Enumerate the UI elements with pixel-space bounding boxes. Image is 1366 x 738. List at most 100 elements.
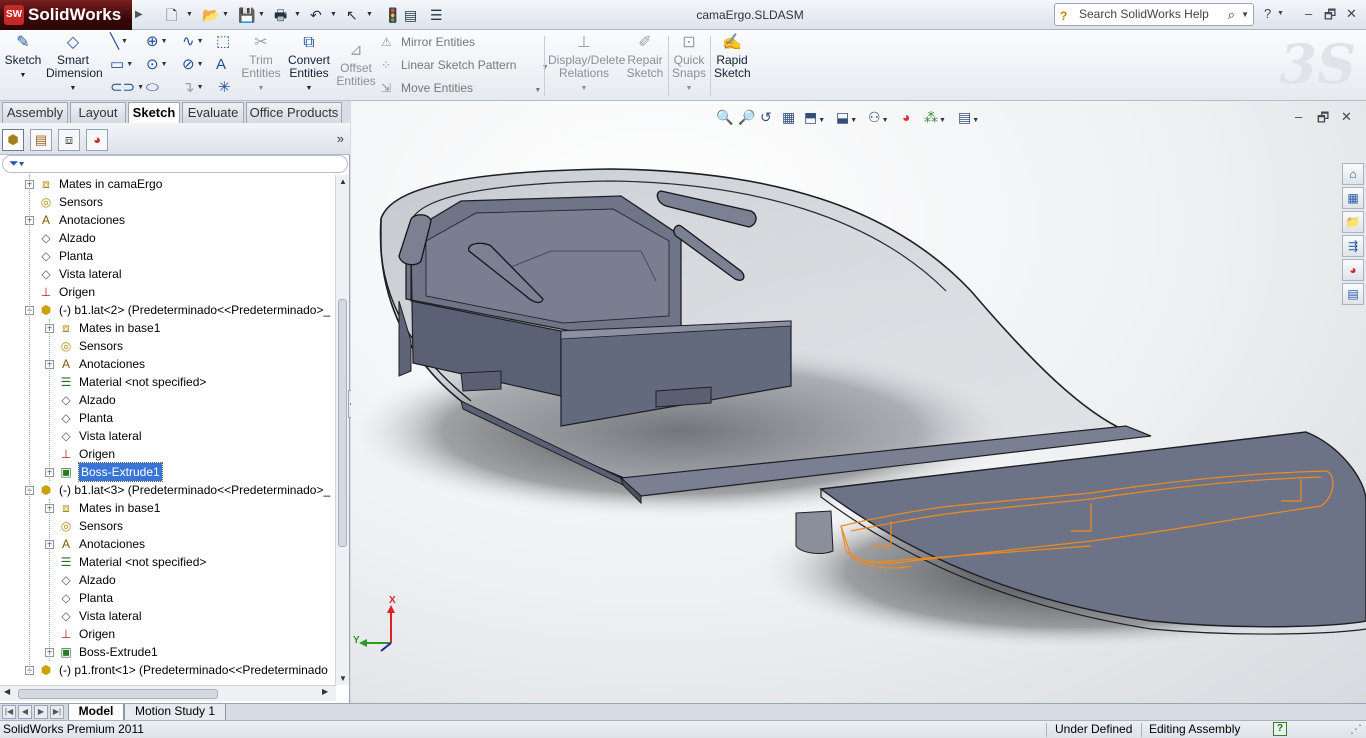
- new-icon[interactable]: 🗋: [166, 5, 177, 25]
- feature-tree-tab[interactable]: ⬢: [2, 129, 24, 151]
- save-icon[interactable]: 💾: [238, 5, 255, 25]
- tree-node[interactable]: ◇ Alzado: [0, 391, 336, 409]
- quick-snaps-button[interactable]: ⊡ Quick Snaps ▼: [672, 34, 706, 95]
- linear-sketch-pattern-button[interactable]: ⁘ Linear Sketch Pattern ▼: [381, 57, 549, 76]
- quick-tips-help-icon[interactable]: ?: [1273, 722, 1287, 736]
- tree-node[interactable]: ◇ Vista lateral: [0, 265, 336, 283]
- minimize-button[interactable]: –: [1305, 6, 1312, 21]
- design-library-icon[interactable]: ▦: [1342, 187, 1364, 209]
- move-entities-button[interactable]: ⇲ Move Entities ▼: [381, 80, 541, 99]
- first-tab-icon[interactable]: |◀: [2, 705, 16, 719]
- view-orientation-icon[interactable]: ⬒▼: [804, 109, 825, 126]
- tab-motion-study-1[interactable]: Motion Study 1: [124, 704, 226, 721]
- hide-show-items-icon[interactable]: ⚇▼: [868, 109, 889, 126]
- move-dropdown-icon[interactable]: ▼: [534, 87, 541, 94]
- scroll-right-icon[interactable]: ▶: [322, 687, 328, 696]
- scroll-down-icon[interactable]: ▼: [339, 674, 347, 683]
- solidworks-logo[interactable]: SW SolidWorks: [0, 0, 132, 30]
- view-palette-icon[interactable]: ⇶: [1342, 235, 1364, 257]
- circle-icon[interactable]: ⊕ ▼: [146, 33, 168, 50]
- rebuild-icon[interactable]: 🚦: [384, 5, 401, 25]
- line-icon[interactable]: ╲ ▼: [110, 33, 128, 50]
- select-icon[interactable]: ↖: [346, 5, 358, 25]
- vertical-scrollbar[interactable]: ▲ ▼: [335, 175, 349, 685]
- tab-model[interactable]: Model: [68, 704, 124, 721]
- tree-node[interactable]: ⊥ Origen: [0, 445, 336, 463]
- previous-view-icon[interactable]: ↺: [760, 109, 772, 126]
- print-icon[interactable]: 🖶: [274, 5, 287, 25]
- view-settings-icon[interactable]: ▤▼: [958, 109, 979, 126]
- tree-node[interactable]: − ⬢ (-) b1.lat<2> (Predeterminado<<Predete…: [0, 301, 336, 319]
- scroll-thumb[interactable]: [338, 299, 347, 547]
- last-tab-icon[interactable]: ▶|: [50, 705, 64, 719]
- select-dropdown-icon[interactable]: ▼: [366, 5, 373, 25]
- tree-node[interactable]: ☰ Material <not specified>: [0, 373, 336, 391]
- tree-node[interactable]: + ⧈ Mates in base1: [0, 499, 336, 517]
- tree-node[interactable]: ☰ Material <not specified>: [0, 553, 336, 571]
- centerline-icon[interactable]: ↴ ▼: [182, 79, 204, 96]
- tab-office-products[interactable]: Office Products: [246, 102, 342, 123]
- tree-node[interactable]: ◇ Planta: [0, 247, 336, 265]
- convert-entities-button[interactable]: ⧉ Convert Entities ▼: [286, 34, 332, 95]
- previous-tab-icon[interactable]: ◀: [18, 705, 32, 719]
- tree-node[interactable]: ⊥ Origen: [0, 625, 336, 643]
- tree-node[interactable]: ◇ Planta: [0, 409, 336, 427]
- undo-dropdown-icon[interactable]: ▼: [330, 5, 337, 25]
- chevron-down-icon[interactable]: ▼: [1241, 4, 1249, 25]
- tree-node[interactable]: + A Anotaciones: [0, 211, 336, 229]
- file-explorer-icon[interactable]: 📁: [1342, 211, 1364, 233]
- tree-node[interactable]: ◇ Vista lateral: [0, 607, 336, 625]
- solidworks-resources-icon[interactable]: ⌂: [1342, 163, 1364, 185]
- tree-node[interactable]: ◇ Vista lateral: [0, 427, 336, 445]
- tree-node[interactable]: − ⬢ (-) b1.lat<3> (Predeterminado<<Predete…: [0, 481, 336, 499]
- mirror-entities-button[interactable]: ⚠ Mirror Entities: [381, 34, 475, 50]
- feature-filter-input[interactable]: ⏷▾: [2, 155, 348, 173]
- tree-node[interactable]: + ⧈ Mates in base1: [0, 319, 336, 337]
- repair-sketch-button[interactable]: ✐ Repair Sketch: [626, 34, 664, 80]
- text-icon[interactable]: A: [216, 57, 226, 73]
- next-tab-icon[interactable]: ▶: [34, 705, 48, 719]
- viewport-minimize-button[interactable]: –: [1295, 109, 1302, 124]
- restore-button[interactable]: 🗗: [1324, 6, 1336, 28]
- undo-icon[interactable]: ↶: [310, 5, 322, 25]
- graphics-area[interactable]: 🔍 🔎 ↺ ▦ ⬒▼ ⬓▼ ⚇▼ ◕ ⁂▼ ▤▼ – 🗗 ✕ ⌂ ▦ 📁 ⇶ ◕…: [351, 101, 1366, 703]
- custom-properties-icon[interactable]: ▤: [1342, 283, 1364, 305]
- viewport-restore-button[interactable]: 🗗: [1317, 109, 1329, 131]
- sketch-button[interactable]: ✎ Sketch ▼: [4, 34, 42, 82]
- tree-node[interactable]: + ▣ Boss-Extrude1: [0, 643, 336, 661]
- new-dropdown-icon[interactable]: ▼: [186, 5, 193, 25]
- polygon-icon[interactable]: ⊙ ▼: [146, 56, 168, 73]
- search-icon[interactable]: ⌕: [1228, 4, 1235, 25]
- arc-icon[interactable]: ∿ ▼: [182, 33, 204, 50]
- viewport-close-button[interactable]: ✕: [1341, 109, 1352, 125]
- rapid-sketch-button[interactable]: ✍ Rapid Sketch: [714, 34, 751, 80]
- slot-icon[interactable]: ⊂⊃ ▼: [110, 79, 144, 96]
- file-properties-icon[interactable]: ▤: [404, 5, 417, 25]
- tree-node[interactable]: ◇ Planta: [0, 589, 336, 607]
- section-view-icon[interactable]: ▦: [782, 109, 795, 126]
- ellipse-icon[interactable]: ⬭: [146, 80, 159, 96]
- scroll-up-icon[interactable]: ▲: [339, 177, 347, 186]
- fillet-icon[interactable]: ⬚: [216, 34, 230, 50]
- tab-evaluate[interactable]: Evaluate: [182, 102, 244, 123]
- smart-dimension-button[interactable]: ◇ Smart Dimension ▼: [46, 34, 103, 95]
- menu-expand-icon[interactable]: ▶: [135, 5, 143, 25]
- save-dropdown-icon[interactable]: ▼: [258, 5, 265, 25]
- display-style-icon[interactable]: ⬓▼: [836, 109, 857, 126]
- spline-icon[interactable]: ⊘ ▼: [182, 56, 204, 73]
- tree-node[interactable]: ◇ Alzado: [0, 229, 336, 247]
- tab-sketch[interactable]: Sketch: [128, 102, 180, 124]
- tree-node[interactable]: + A Anotaciones: [0, 535, 336, 553]
- model-view[interactable]: [351, 101, 1366, 703]
- offset-entities-button[interactable]: ⊿ Offset Entities: [334, 42, 378, 88]
- scroll-left-icon[interactable]: ◀: [4, 687, 10, 696]
- display-delete-relations-button[interactable]: ⊥ Display/Delete Relations ▼: [548, 34, 625, 95]
- property-manager-tab[interactable]: ▤: [30, 129, 52, 151]
- apply-scene-icon[interactable]: ⁂▼: [924, 109, 946, 126]
- tree-node[interactable]: + ⧈ Mates in camaErgo: [0, 175, 336, 193]
- tree-node[interactable]: ◎ Sensors: [0, 193, 336, 211]
- scroll-thumb-horizontal[interactable]: [18, 689, 218, 699]
- tree-node[interactable]: + ▣ Boss-Extrude1: [0, 462, 336, 482]
- appearances-scenes-icon[interactable]: ◕: [1342, 259, 1364, 281]
- tree-node[interactable]: + A Anotaciones: [0, 355, 336, 373]
